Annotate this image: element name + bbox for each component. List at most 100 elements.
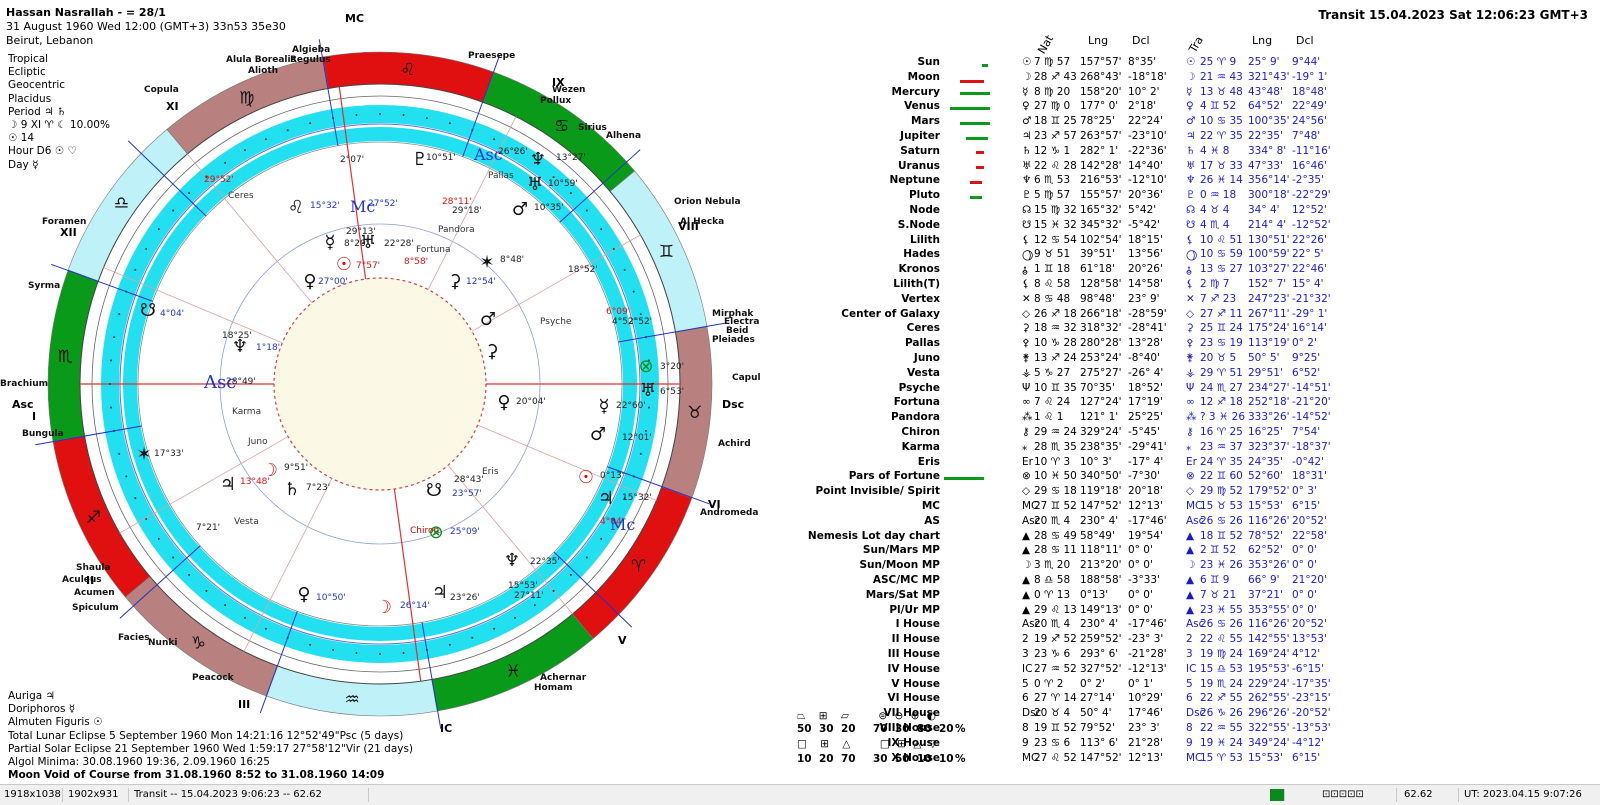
table-row[interactable]: Eris Er 10 ♈ 3 10° 3' -17° 4' Er 24 ♈ 35 24°35'… xyxy=(760,456,1560,471)
degree-tick xyxy=(600,537,603,540)
transit-longitude: 34° 4' xyxy=(1248,204,1280,216)
table-row[interactable]: Sun/Moon MP ☽ 3 ♏ 20 213°20' 0° 0' ☽ 23 ♓ 26 35… xyxy=(760,559,1560,574)
table-row[interactable]: Neptune ♆ 6 ♏ 53 216°53' -12°10' ♆ 26 ♓ 14 356°… xyxy=(760,174,1560,189)
table-row[interactable]: Pallas ⚴ 10 ♑ 28 280°28' 13°28' ⚴ 23 ♋ 19 113°1… xyxy=(760,337,1560,352)
transit-symbol: ⁂ xyxy=(1186,411,1197,424)
natal-declination: 12°13' xyxy=(1128,500,1163,512)
natal-symbol: ▲ xyxy=(1022,603,1031,616)
natal-position: 12 ♑ 1 xyxy=(1034,144,1071,157)
natal-position: 7 ♌ 24 xyxy=(1034,396,1071,409)
table-row[interactable]: ASC/MC MP ▲ 8 ♎ 58 188°58' -3°33' ▲ 6 ♊ 9 66° 9… xyxy=(760,574,1560,589)
natal-position: 27 ♊ 52 xyxy=(1034,500,1077,512)
table-row[interactable]: Karma ⁎ 28 ♏ 35 238°35' -29°41' ⁎ 23 ♒ 37 323°3… xyxy=(760,441,1560,456)
natal-symbol: ☉ xyxy=(1022,56,1032,68)
table-row[interactable]: Fortuna ∞ 7 ♌ 24 127°24' 17°19' ∞ 12 ♐ 18 252°1… xyxy=(760,396,1560,411)
triangle-icon: △ xyxy=(842,738,851,750)
table-row[interactable]: IV House IC 27 ♒ 52 327°52' -12°13' IC 15 ♎ 53… xyxy=(760,663,1560,678)
fixed-icon: ⊞ xyxy=(818,710,828,722)
table-row[interactable]: Center of Galaxy ◇ 26 ♐ 18 266°18' -28°59' ◇ 2… xyxy=(760,308,1560,323)
table-row[interactable]: Ceres ⚳ 18 ♒ 32 318°32' -28°41' ⚳ 25 ♊ 24 175°2… xyxy=(760,322,1560,337)
natal-declination: 10°29' xyxy=(1128,692,1163,705)
aspect-strength-bar xyxy=(970,181,982,184)
table-row[interactable]: Pl/Ur MP ▲ 29 ♌ 13 149°13' 0° 0' ▲ 23 ♓ 55 353°… xyxy=(760,604,1560,619)
table-row[interactable]: Mars/Sat MP ▲ 0 ♈ 13 0°13' 0° 0' ▲ 7 ♉ 21 37°21… xyxy=(760,589,1560,604)
angle-glyph: Asc xyxy=(473,145,503,164)
table-row[interactable]: Sun ☉ 7 ♍ 57 157°57' 8°35' ☉ 25 ♈ 9 25° 9' 9°44' xyxy=(760,56,1560,71)
table-row[interactable]: Nemesis Lot day chart ▲ 28 ♋ 49 58°49' 19°54… xyxy=(760,530,1560,545)
transit-symbol: ◇ xyxy=(1186,485,1195,498)
fire-icon: ⊜ xyxy=(878,710,888,722)
natal-position: 23 ♋ 6 xyxy=(1034,736,1071,749)
table-row[interactable]: Moon ☽ 28 ♐ 43 268°43' -18°18' ☽ 21 ♒ 43 321°43… xyxy=(760,71,1560,86)
transit-declination: -19° 1' xyxy=(1292,70,1328,83)
degree-label: 23°26' xyxy=(450,593,480,603)
table-row[interactable]: Vesta ⚶ 5 ♑ 27 275°27' -26° 4' ⚶ 29 ♈ 51 29°51'… xyxy=(760,367,1560,382)
natal-declination: 14°58' xyxy=(1128,278,1163,290)
natal-symbol: ⚵ xyxy=(1022,352,1030,364)
table-row[interactable]: V House 5 0 ♈ 2 0° 2' 0° 1' 5 19 ♏ 24 229°24' -1… xyxy=(760,678,1560,693)
table-row[interactable]: Jupiter ♃ 23 ♐ 57 263°57' -23°10' ♃ 22 ♈ 35 22°… xyxy=(760,130,1560,145)
planet-name: Psyche xyxy=(898,381,940,394)
table-row[interactable]: Psyche Ψ 10 ♊ 35 70°35' 18°52' Ψ 24 ♏ 27 234°27… xyxy=(760,382,1560,397)
element-stats: ⏢ ⊞ ⏥ ⊜ ⊖ ⊕ ◐ 50 30 20 70 30 80 20% □ ⊞ △ □ ⊞ … xyxy=(795,708,975,768)
natal-symbol: Ψ xyxy=(1022,381,1031,394)
table-row[interactable]: Chiron ⚷ 29 ♒ 24 329°24' -5°45' ⚷ 16 ♈ 25 16°25… xyxy=(760,426,1560,441)
table-row[interactable]: AS Asc 20 ♏ 4 230° 4' -17°46' Asc 26 ♋ 26 116°2… xyxy=(760,515,1560,530)
planet-glyph: ☋ xyxy=(140,300,156,321)
table-row[interactable]: Pandora ⁂ 1 ♌ 1 121° 1' 25°25' ⁂? 3 ♓ 26 333°2… xyxy=(760,411,1560,426)
degree-label: 12°54' xyxy=(466,277,496,287)
degree-tick xyxy=(644,429,647,432)
table-row[interactable]: MC MC 27 ♊ 52 147°52' 12°13' MC 15 ♉ 53 15°53' 6… xyxy=(760,500,1560,515)
planet-name: Mercury xyxy=(891,85,940,98)
planet-name: Nemesis Lot day chart xyxy=(807,529,940,542)
table-row[interactable]: Sun/Mars MP ▲ 28 ♋ 11 118°11' 0° 0' ▲ 2 ♊ 52 62… xyxy=(760,544,1560,559)
natal-position: 18 ♊ 25 xyxy=(1034,115,1077,128)
transit-symbol: 5 xyxy=(1186,677,1193,690)
natal-position: 8 ♋ 48 xyxy=(1034,292,1071,305)
stat-percent: % xyxy=(955,753,966,765)
status-toolbar-icons[interactable]: ⊡⊡⊡⊡⊡ xyxy=(1318,788,1397,802)
table-row[interactable]: Point Invisible/ Spirit ◇ 29 ♋ 18 119°18' 20… xyxy=(760,485,1560,500)
stat-value: 30 xyxy=(895,723,910,735)
point-label: Fortuna xyxy=(416,245,451,255)
table-row[interactable]: Mars ♂ 18 ♊ 25 78°25' 22°24' ♂ 10 ♋ 35 100°35' 2… xyxy=(760,115,1560,130)
stat-value: 70 xyxy=(873,723,888,735)
table-row[interactable]: Venus ♀ 27 ♍ 0 177° 0' 2°18' ♀ 4 ♊ 52 64°52' 22°… xyxy=(760,100,1560,115)
table-row[interactable]: Uranus ♅ 22 ♌ 28 142°28' 14°40' ♅ 17 ♉ 33 47°33… xyxy=(760,160,1560,175)
transit-declination: 22°58' xyxy=(1292,529,1327,542)
table-row[interactable]: Hades ⯖ 9 ♉ 51 39°51' 13°56' ⯖ 10 ♋ 59 100°59' 2… xyxy=(760,248,1560,263)
astro-chart-wheel[interactable]: ♈♉♊♋♌♍♎♏♐♑♒♓MCICAsc DscXIXIIIXVIIIVIVIIII… xyxy=(0,0,760,780)
stat-value: 80 xyxy=(917,723,932,735)
table-row[interactable]: II House 2 19 ♐ 52 259°52' -23° 3' 2 22 ♌ 55 14… xyxy=(760,633,1560,648)
natal-longitude: 318°32' xyxy=(1080,322,1122,335)
aspect-icon[interactable]: ⊡⊡⊡⊡⊡ xyxy=(1322,789,1364,800)
table-row[interactable]: III House 3 23 ♑ 6 293° 6' -21°28' 3 19 ♍ 24 16… xyxy=(760,648,1560,663)
table-row[interactable]: Juno ⚵ 13 ♐ 24 253°24' -8°40' ⚵ 20 ♉ 5 50° 5' 9°… xyxy=(760,352,1560,367)
stat-value: 20 xyxy=(841,723,856,735)
transit-longitude: 113°19' xyxy=(1248,337,1290,350)
table-row[interactable]: Mercury ☿ 8 ♍ 20 158°20' 10° 2' ☿ 13 ♉ 48 43°48… xyxy=(760,86,1560,101)
table-row[interactable]: VI House 6 27 ♈ 14 27°14' 10°29' 6 22 ♐ 55 262°… xyxy=(760,692,1560,707)
table-row[interactable]: Lilith ⚸ 12 ♋ 54 102°54' 18°15' ⚸ 10 ♌ 51 130°5… xyxy=(760,234,1560,249)
transit-longitude: 152° 7' xyxy=(1248,278,1287,290)
transit-declination: -21°32' xyxy=(1292,292,1331,305)
degree-label: 10°35' xyxy=(534,203,564,213)
natal-symbol: ⚶ xyxy=(1022,366,1031,379)
degree-label: 13°48' xyxy=(240,477,270,487)
table-row[interactable]: Node ☊ 15 ♍ 32 165°32' 5°42' ☊ 4 ♉ 4 34° 4' 12°5… xyxy=(760,204,1560,219)
table-row[interactable]: Lilith(T) ⚸ 8 ♌ 58 128°58' 14°58' ⚸ 2 ♍ 7 152° … xyxy=(760,278,1560,293)
table-row[interactable]: Vertex ✕ 8 ♋ 48 98°48' 23° 9' ✕ 7 ♐ 23 247°23' -… xyxy=(760,293,1560,308)
table-row[interactable]: I House Asc 20 ♏ 4 230° 4' -17°46' Asc 26 ♋ 26… xyxy=(760,618,1560,633)
table-row[interactable]: Kronos ⯗ 1 ♊ 18 61°18' 20°26' ⯗ 13 ♋ 27 103°27'… xyxy=(760,263,1560,278)
table-row[interactable]: S.Node ☋ 15 ♓ 32 345°32' -5°42' ☋ 4 ♏ 4 214° 4'… xyxy=(760,219,1560,234)
natal-position: 28 ♋ 11 xyxy=(1034,544,1077,557)
natal-longitude: 39°51' xyxy=(1080,248,1115,261)
table-row[interactable]: Saturn ♄ 12 ♑ 1 282° 1' -22°36' ♄ 4 ♓ 8 334° 8'… xyxy=(760,145,1560,160)
star-label: Brachium xyxy=(0,379,48,389)
planet-glyph: ☿ xyxy=(598,396,609,417)
transit-position: 19 ♓ 24 xyxy=(1200,736,1243,749)
air-icon: ⊕ xyxy=(910,710,920,722)
table-row[interactable]: Pars of Fortune ⊗ 10 ♓ 50 340°50' -7°30' ⊗ 22 … xyxy=(760,470,1560,485)
table-row[interactable]: Pluto ♇ 5 ♍ 57 155°57' 20°36' ♇ 0 ♒ 18 300°18' -… xyxy=(760,189,1560,204)
transit-longitude: 15°53' xyxy=(1248,751,1283,764)
